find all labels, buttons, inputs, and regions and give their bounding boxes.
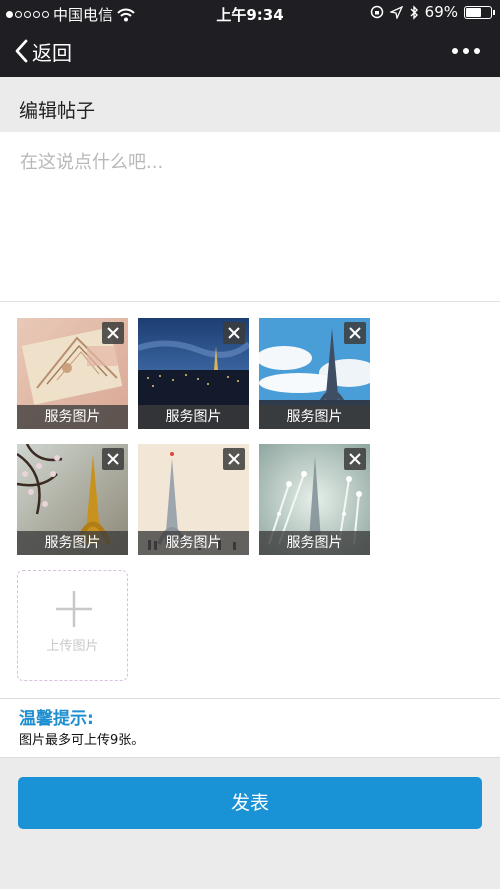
image-caption: 服务图片 xyxy=(17,405,128,429)
more-dot-icon xyxy=(474,48,480,54)
image-caption: 服务图片 xyxy=(17,531,128,555)
image-thumbnail[interactable]: 服务图片 xyxy=(138,444,249,555)
orientation-lock-icon xyxy=(370,5,383,19)
bluetooth-icon xyxy=(410,4,418,20)
nav-bar: 返回 xyxy=(0,26,500,77)
tips-panel: 温馨提示: 图片最多可上传9张。 xyxy=(0,698,500,758)
plus-icon xyxy=(56,591,92,627)
tips-text: 图片最多可上传9张。 xyxy=(19,733,145,748)
remove-image-button[interactable] xyxy=(223,448,245,470)
back-button[interactable]: 返回 xyxy=(14,36,72,66)
post-content-input[interactable] xyxy=(0,132,500,301)
close-icon xyxy=(228,453,240,465)
battery-icon xyxy=(464,5,495,19)
image-thumbnail[interactable]: 服务图片 xyxy=(138,318,249,429)
image-thumbnail[interactable]: 服务图片 xyxy=(17,444,128,555)
upload-label: 上传图片 xyxy=(46,639,99,654)
remove-image-button[interactable] xyxy=(102,448,124,470)
more-options-button[interactable] xyxy=(452,39,480,63)
image-caption: 服务图片 xyxy=(259,531,370,555)
upload-image-button[interactable]: 上传图片 xyxy=(17,570,128,681)
image-caption: 服务图片 xyxy=(138,405,249,429)
close-icon xyxy=(228,327,240,339)
image-caption: 服务图片 xyxy=(138,531,249,555)
close-icon xyxy=(349,327,361,339)
page-title: 编辑帖子 xyxy=(0,77,500,132)
status-bar: 中国电信 上午9:34 69% xyxy=(0,0,500,26)
image-thumbnail[interactable]: 服务图片 xyxy=(17,318,128,429)
close-icon xyxy=(349,453,361,465)
more-dot-icon xyxy=(463,48,469,54)
image-grid: 服务图片 服务图片 服务图片 服务图片 服务图片 服务图片 上传图片 xyxy=(0,302,500,698)
close-icon xyxy=(107,453,119,465)
image-caption: 服务图片 xyxy=(259,405,370,429)
location-icon xyxy=(389,5,403,19)
publish-button[interactable]: 发表 xyxy=(18,777,482,829)
tips-title: 温馨提示: xyxy=(19,709,94,729)
chevron-left-icon xyxy=(15,39,28,63)
post-content-area xyxy=(0,132,500,302)
remove-image-button[interactable] xyxy=(223,322,245,344)
remove-image-button[interactable] xyxy=(344,322,366,344)
remove-image-button[interactable] xyxy=(102,322,124,344)
back-label: 返回 xyxy=(32,40,72,65)
remove-image-button[interactable] xyxy=(344,448,366,470)
battery-percent: 69% xyxy=(424,3,458,21)
status-right: 69% xyxy=(370,3,495,21)
image-thumbnail[interactable]: 服务图片 xyxy=(259,444,370,555)
battery-fill xyxy=(466,7,482,17)
more-dot-icon xyxy=(452,48,458,54)
close-icon xyxy=(107,327,119,339)
image-thumbnail[interactable]: 服务图片 xyxy=(259,318,370,429)
